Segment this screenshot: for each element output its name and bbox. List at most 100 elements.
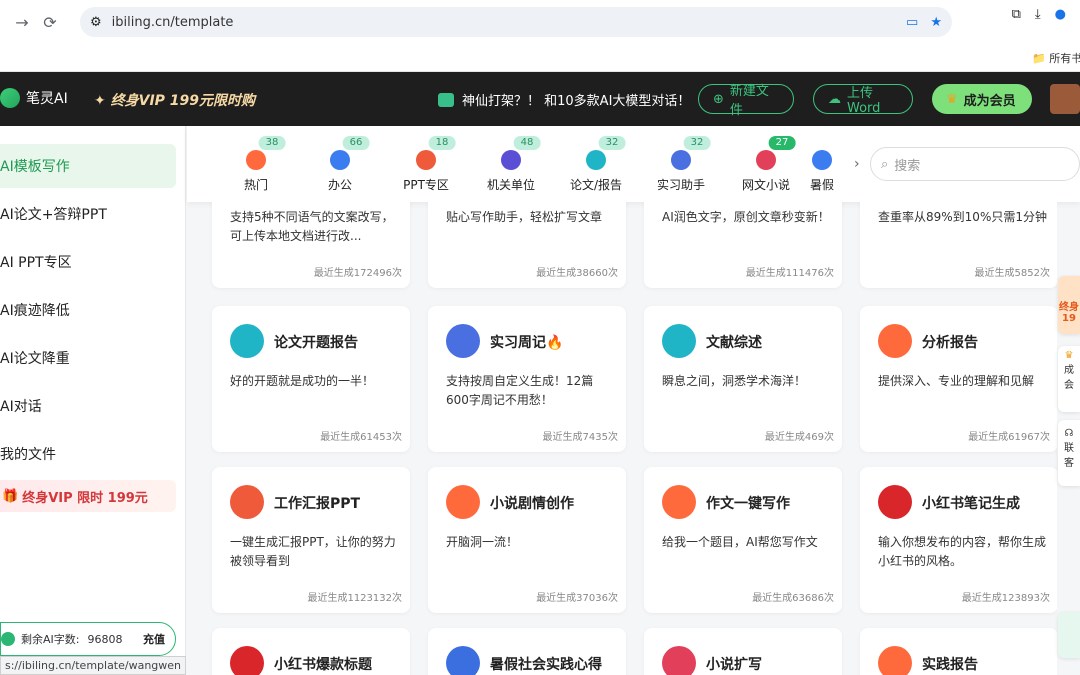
tab-label: 论文/报告 [569, 178, 623, 192]
sidebar-item-reduce-ai-trace[interactable]: AI痕迹降低 [0, 288, 176, 332]
card-desc: 查重率从89%到10%只需1分钟 [878, 210, 1047, 224]
book-icon [586, 150, 606, 170]
chat-promo[interactable]: 神仙打架？！ 和10多款AI大模型对话！ [438, 90, 690, 109]
forward-icon[interactable]: → [8, 8, 36, 36]
tab-web-novel[interactable]: 27 网文小说 [723, 136, 809, 196]
template-card[interactable]: 文献综述 瞬息之间，洞悉学术海洋！ 最近生成469次 [644, 306, 842, 452]
ppt-icon [416, 150, 436, 170]
recharge-button[interactable]: 充值 [143, 631, 165, 647]
floating-contact-button[interactable]: ☊ 联 客 [1058, 420, 1080, 486]
logo-text: 笔灵AI [26, 91, 68, 107]
headset-icon: ☊ [1064, 428, 1074, 439]
template-card[interactable]: 贴心写作助手，轻松扩写文章 最近生成38660次 [428, 202, 626, 288]
sidebar-item-label: AI对话 [0, 399, 42, 415]
become-member-label: 成为会员 [963, 93, 1016, 109]
template-card[interactable]: 查重率从89%到10%只需1分钟 最近生成5852次 [860, 202, 1057, 288]
tab-office[interactable]: 66 办公 [297, 136, 383, 196]
card-stat: 最近生成38660次 [536, 268, 618, 279]
download-icon[interactable]: ⤓ [1035, 7, 1041, 22]
floating-member-button[interactable]: ♛ 成 会 [1058, 346, 1080, 412]
fire-icon [246, 150, 266, 170]
sidebar-item-paper-dedup[interactable]: AI论文降重 [0, 336, 176, 380]
template-card[interactable]: 分析报告 提供深入、专业的理解和见解 最近生成61967次 [860, 306, 1057, 452]
tab-count-badge: 27 [768, 136, 796, 150]
tab-government[interactable]: 48 机关单位 [468, 136, 554, 196]
card-stat: 最近生成61967次 [968, 432, 1050, 443]
tab-hot[interactable]: 38 热门 [213, 136, 299, 196]
template-card[interactable]: 作文一键写作 给我一个题目，AI帮您写作文 最近生成63686次 [644, 467, 842, 613]
card-title: 暑假社会实践心得 [490, 657, 602, 673]
vip-promo-text: 终身VIP 199元限时购 [110, 93, 256, 109]
template-card[interactable]: 支持5种不同语气的文案改写，可上传本地文档进行改... 最近生成172496次 [212, 202, 410, 288]
vip-promo-banner[interactable]: ✦ 终身VIP 199元限时购 [94, 90, 255, 110]
template-card[interactable]: AI润色文字，原创文章秒变新！ 最近生成111476次 [644, 202, 842, 288]
template-card[interactable]: 小说扩写 [644, 628, 842, 675]
tab-count-badge: 18 [428, 136, 456, 150]
card-desc: 瞬息之间，洞悉学术海洋！ [662, 374, 807, 388]
site-info-icon[interactable]: ⚙ [90, 15, 102, 30]
xiaohongshu-icon [230, 646, 264, 675]
logo[interactable]: 笔灵AI [0, 88, 68, 108]
card-title: 分析报告 [922, 335, 978, 351]
template-card[interactable]: 工作汇报PPT 一键生成汇报PPT，让你的努力被领导看到 最近生成1123132… [212, 467, 410, 613]
address-bar[interactable]: ⚙ ibiling.cn/template ▭ ★ [80, 7, 952, 37]
sidebar-vip-banner[interactable]: 🎁 终身VIP 限时 199元 [0, 480, 176, 512]
upload-word-label: 上传Word [847, 86, 881, 116]
bookmark-star-icon[interactable]: ★ [930, 15, 942, 30]
all-bookmarks-folder[interactable]: 📁 所有书 [1032, 50, 1080, 66]
gift-icon: 🎁 [2, 488, 19, 504]
template-card[interactable]: 小红书爆款标题 [212, 628, 410, 675]
card-desc: 开脑洞一流！ [446, 535, 519, 549]
floating-contact-label: 联 [1064, 443, 1074, 454]
template-card[interactable]: 暑假社会实践心得 [428, 628, 626, 675]
extensions-icon[interactable]: ⧉ [1012, 7, 1021, 22]
sidebar-item-label: AI痕迹降低 [0, 303, 70, 319]
sidebar-item-template-writing[interactable]: AI模板写作 [0, 144, 176, 188]
become-member-button[interactable]: ♛ 成为会员 [932, 84, 1032, 114]
tab-ppt[interactable]: 18 PPT专区 [383, 136, 469, 196]
floating-promo-bottom: 19 [1062, 313, 1076, 324]
search-input[interactable]: ⌕ 搜索 [870, 147, 1080, 181]
tab-label: 网文小说 [741, 178, 790, 192]
all-bookmarks-label: 所有书 [1049, 52, 1080, 65]
template-card[interactable]: 小红书笔记生成 输入你想发布的内容，帮你生成小红书的风格。 最近生成123893… [860, 467, 1057, 613]
tab-summer[interactable]: 暑假 [799, 136, 845, 196]
sidebar-item-paper-ppt[interactable]: AI论文+答辩PPT [0, 192, 176, 236]
assistant-robot-icon[interactable] [1058, 612, 1080, 658]
status-bar-url: s://ibiling.cn/template/wangwen [0, 656, 187, 675]
upload-word-button[interactable]: ☁ 上传Word [813, 84, 913, 116]
template-card[interactable]: 小说剧情创作 开脑洞一流！ 最近生成37036次 [428, 467, 626, 613]
floating-member-label: 成 [1064, 365, 1074, 376]
tab-label: PPT专区 [403, 178, 449, 192]
avatar[interactable] [1050, 84, 1080, 114]
card-title: 小红书笔记生成 [922, 496, 1020, 512]
novel-icon [662, 646, 696, 675]
fire-icon [662, 485, 696, 519]
template-card[interactable]: 论文开题报告 好的开题就是成功的一半！ 最近生成61453次 [212, 306, 410, 452]
tab-count-badge: 32 [683, 136, 711, 150]
card-desc: 支持5种不同语气的文案改写，可上传本地文档进行改... [230, 210, 394, 243]
new-document-button[interactable]: ⊕ 新建文件 [698, 84, 794, 118]
sidebar-item-ppt-zone[interactable]: AI PPT专区 [0, 240, 176, 284]
tab-count-badge: 38 [258, 136, 286, 150]
profile-icon[interactable]: ● [1055, 7, 1066, 22]
sidebar-item-my-files[interactable]: 我的文件 [0, 432, 176, 476]
template-card[interactable]: 实习周记🔥 支持按周自定义生成！12篇600字周记不用愁！ 最近生成7435次 [428, 306, 626, 452]
category-tabs: 38 热门 66 办公 18 PPT专区 48 机关单位 32 论文/报告 32… [187, 126, 1080, 202]
card-title: 小红书爆款标题 [274, 657, 372, 673]
sidebar-item-ai-chat[interactable]: AI对话 [0, 384, 176, 428]
card-title: 工作汇报PPT [274, 496, 361, 512]
cast-icon[interactable]: ▭ [906, 15, 918, 30]
card-desc: AI润色文字，原创文章秒变新！ [662, 210, 830, 224]
fire-icon [446, 485, 480, 519]
card-desc: 提供深入、专业的理解和见解 [878, 374, 1035, 388]
floating-vip-promo[interactable]: 终身 19 [1058, 276, 1080, 334]
tab-internship[interactable]: 32 实习助手 [638, 136, 724, 196]
crown-icon: ♛ [1064, 350, 1074, 361]
reload-icon[interactable]: ⟳ [36, 8, 64, 36]
tab-paper-report[interactable]: 32 论文/报告 [553, 136, 639, 196]
floating-promo-top: 终身 [1059, 302, 1079, 313]
document-person-icon [446, 324, 480, 358]
template-card[interactable]: 实践报告 [860, 628, 1057, 675]
chevron-right-icon[interactable]: › [854, 156, 860, 172]
